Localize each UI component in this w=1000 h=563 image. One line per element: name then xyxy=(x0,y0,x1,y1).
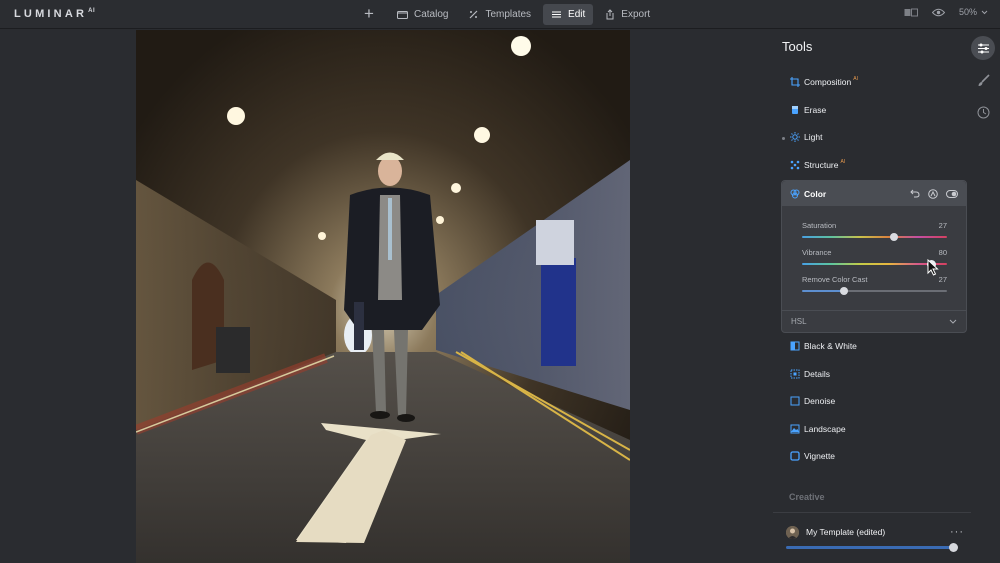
eraser-icon xyxy=(790,105,800,115)
top-bar: LUMINARAI + Catalog Templates Edit Expor… xyxy=(0,0,1000,29)
history-tab-button[interactable] xyxy=(971,100,995,124)
tool-landscape[interactable]: Landscape xyxy=(790,420,846,438)
export-icon xyxy=(606,9,614,20)
tool-black-white[interactable]: Black & White xyxy=(790,337,857,355)
tab-catalog[interactable]: Catalog xyxy=(389,4,456,25)
tool-composition[interactable]: Composition AI xyxy=(790,73,858,91)
structure-icon xyxy=(790,160,800,170)
chevron-down-icon xyxy=(949,319,957,324)
color-card-actions xyxy=(910,188,958,199)
crop-icon xyxy=(790,77,800,87)
tool-label: Erase xyxy=(804,105,827,115)
ai-icon[interactable] xyxy=(928,188,938,199)
slider-thumb[interactable] xyxy=(839,287,848,295)
tab-label: Catalog xyxy=(414,9,449,20)
more-options-icon[interactable]: ··· xyxy=(950,526,964,538)
chevron-down-icon[interactable] xyxy=(981,10,988,15)
slider-track[interactable] xyxy=(802,287,947,295)
tab-label: Edit xyxy=(568,9,586,20)
tab-templates[interactable]: Templates xyxy=(460,4,539,25)
edit-icon xyxy=(552,11,562,18)
panel-title: Tools xyxy=(782,39,813,54)
color-wheel-icon xyxy=(790,189,800,198)
add-button[interactable]: + xyxy=(360,4,378,25)
eye-icon[interactable] xyxy=(931,8,945,17)
catalog-icon xyxy=(397,11,408,19)
tool-details[interactable]: Details xyxy=(790,365,830,383)
slider-label: Vibrance xyxy=(802,248,832,257)
canvas-area xyxy=(0,30,770,563)
mouse-cursor-icon xyxy=(927,259,939,276)
modified-dot xyxy=(782,137,785,140)
tool-label: Black & White xyxy=(804,341,857,351)
tool-label: Denoise xyxy=(804,396,836,406)
tab-export[interactable]: Export xyxy=(597,4,658,25)
tools-panel: Tools Composition AI Erase Light Structur… xyxy=(770,30,1000,563)
template-thumbnail xyxy=(786,525,799,539)
saturation-slider[interactable]: Saturation 27 xyxy=(802,221,947,241)
photo-canvas[interactable] xyxy=(136,30,630,563)
tab-label: Export xyxy=(621,9,651,20)
tool-denoise[interactable]: Denoise xyxy=(790,392,835,410)
template-name: My Template (edited) xyxy=(806,527,886,537)
slider-value: 27 xyxy=(938,221,947,230)
tool-label: Vignette xyxy=(804,451,836,461)
tool-erase[interactable]: Erase xyxy=(790,101,826,119)
tool-label: Composition xyxy=(804,77,852,87)
vignette-icon xyxy=(790,451,800,461)
ai-badge: AI xyxy=(840,159,846,165)
slider-track[interactable] xyxy=(802,233,947,241)
clock-icon xyxy=(977,106,989,118)
color-card-title: Color xyxy=(804,188,827,199)
tool-structure[interactable]: Structure AI xyxy=(790,156,845,174)
slider-label: Remove Color Cast xyxy=(802,275,868,284)
photo-image xyxy=(136,30,630,563)
template-amount-slider[interactable] xyxy=(786,543,958,552)
landscape-icon xyxy=(790,424,800,434)
denoise-icon xyxy=(790,396,800,406)
slider-thumb[interactable] xyxy=(890,233,899,241)
slider-track[interactable] xyxy=(802,259,947,269)
tab-edit[interactable]: Edit xyxy=(543,4,594,25)
tool-label: Details xyxy=(804,369,830,379)
zoom-level[interactable]: 50% xyxy=(959,7,977,17)
hsl-section-header[interactable]: HSL xyxy=(782,310,966,332)
sliders-icon xyxy=(977,43,989,53)
color-tool-card: Color Saturation 27 Vibrance 80 Remove Col… xyxy=(781,180,967,333)
black-white-icon xyxy=(790,341,800,351)
compare-icon[interactable] xyxy=(904,8,918,17)
brush-icon xyxy=(978,73,990,86)
brush-tab-button[interactable] xyxy=(971,68,995,92)
top-nav: + Catalog Templates Edit Export xyxy=(360,4,662,25)
remove-color-cast-slider[interactable]: Remove Color Cast 27 xyxy=(802,275,947,295)
tool-light[interactable]: Light xyxy=(790,128,822,146)
tools-tab-button[interactable] xyxy=(971,36,995,60)
slider-value: 27 xyxy=(938,275,947,284)
tab-label: Templates xyxy=(485,9,532,20)
slider-label: Saturation xyxy=(802,221,837,230)
sun-icon xyxy=(790,132,800,142)
slider-value: 80 xyxy=(938,248,947,257)
divider xyxy=(773,512,971,513)
tool-label: Structure xyxy=(804,160,839,170)
details-icon xyxy=(790,369,800,379)
ai-badge: AI xyxy=(853,76,858,82)
panel-side-icons xyxy=(970,36,996,124)
tool-label: Landscape xyxy=(804,424,846,434)
hsl-label: HSL xyxy=(791,317,807,326)
template-row[interactable]: My Template (edited) ··· xyxy=(786,524,964,540)
section-creative[interactable]: Creative xyxy=(789,492,825,502)
slider-thumb[interactable] xyxy=(949,543,958,552)
color-card-header[interactable]: Color xyxy=(782,181,966,206)
app-logo: LUMINARAI xyxy=(14,8,96,20)
tool-vignette[interactable]: Vignette xyxy=(790,447,835,465)
visibility-toggle-icon[interactable] xyxy=(946,189,958,198)
templates-icon xyxy=(470,10,478,19)
top-right-controls: 50% xyxy=(904,7,988,17)
vibrance-slider[interactable]: Vibrance 80 xyxy=(802,248,947,269)
tool-label: Light xyxy=(804,132,823,142)
undo-icon[interactable] xyxy=(910,189,920,198)
